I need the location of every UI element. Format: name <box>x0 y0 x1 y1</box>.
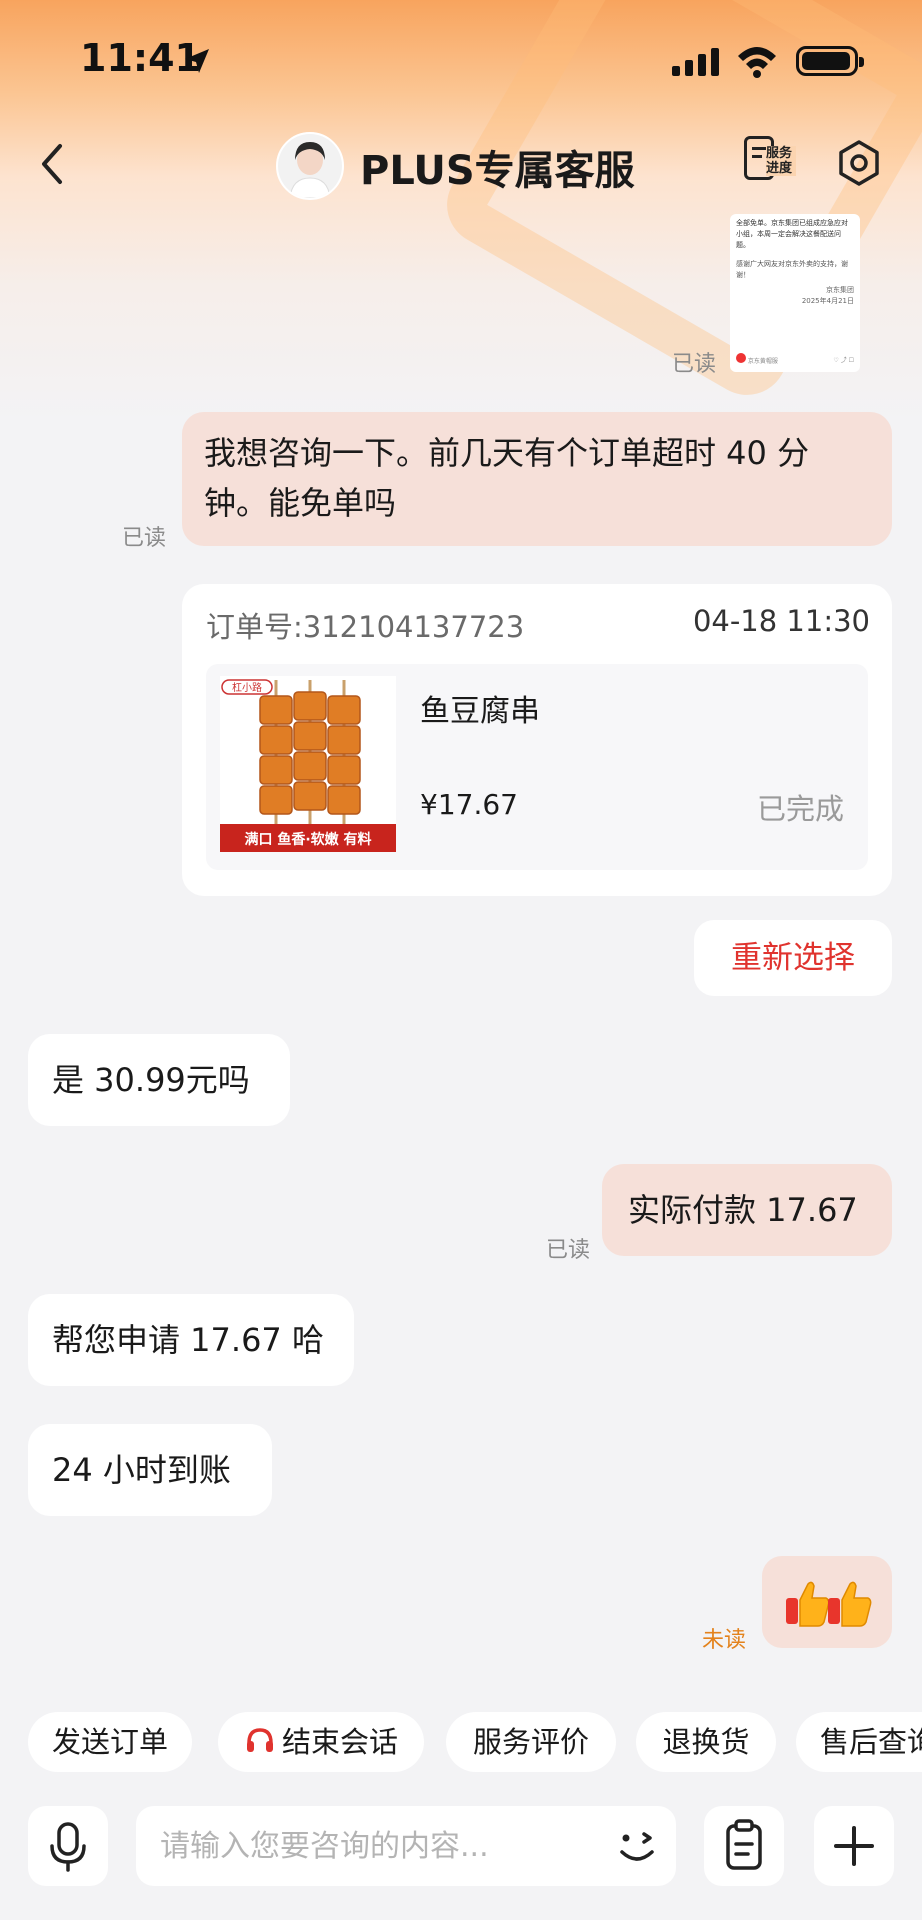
jd-logo-icon <box>736 353 746 363</box>
message-bubble-sent: 我想咨询一下。前几天有个订单超时 40 分钟。能免单吗 <box>182 412 892 546</box>
order-status: 已完成 <box>756 792 844 826</box>
headset-icon <box>246 1728 273 1752</box>
product-banner-text: 满口 鱼香·软嫩 有料 <box>244 831 371 848</box>
page-title: PLUS专属客服 <box>360 148 635 194</box>
reselect-button[interactable]: 重新选择 <box>694 920 892 996</box>
plus-icon <box>834 1826 874 1866</box>
thumbnail-account: 京东黄帽服 <box>747 358 778 365</box>
message-bubble-sent: 实际付款 17.67 <box>602 1164 892 1256</box>
message-bubble-received: 是 30.99元吗 <box>28 1034 290 1126</box>
microphone-icon <box>50 1822 86 1872</box>
thumbnail-text: 全部免单。京东集团已组成应急应对小组，本周一定会解决这餐配送问题。 <box>736 219 848 249</box>
clipboard-icon <box>726 1819 762 1870</box>
send-order-chip[interactable]: 发送订单 <box>28 1712 192 1772</box>
read-status: 已读 <box>672 352 717 377</box>
thumbs-up-icon <box>786 1581 872 1627</box>
back-chevron-icon[interactable] <box>34 140 74 188</box>
post-actions-icon: ♡ ⤴ ☐ <box>833 356 854 364</box>
message-bubble-sent-emoji <box>762 1556 892 1648</box>
return-exchange-chip[interactable]: 退换货 <box>636 1712 776 1772</box>
order-product-panel: 杠小路 满口 鱼香·软嫩 有料 鱼豆腐串 ¥17.67 已完成 <box>206 664 868 870</box>
agent-portrait-icon <box>278 134 342 198</box>
thumbnail-date: 2025年4月21日 <box>801 297 854 305</box>
chat-header: PLUS专属客服 服务进度 <box>0 120 922 210</box>
cellular-signal-icon <box>672 48 719 76</box>
service-progress-button[interactable]: 服务进度 <box>740 134 796 190</box>
location-arrow-icon <box>185 49 209 73</box>
end-session-chip[interactable]: 结束会话 <box>218 1712 424 1772</box>
message-bubble-received: 24 小时到账 <box>28 1424 272 1516</box>
status-bar: 11:41 <box>0 0 922 120</box>
wifi-icon <box>738 47 776 78</box>
quick-action-bar: 发送订单 结束会话 服务评价 退换货 售后查询 <box>0 1712 922 1774</box>
thumbnail-footer: 京东黄帽服 ♡ ⤴ ☐ <box>736 352 854 366</box>
battery-icon <box>796 46 864 76</box>
end-session-label: 结束会话 <box>281 1725 398 1759</box>
message-input[interactable] <box>136 1806 676 1886</box>
more-actions-button[interactable] <box>814 1806 894 1886</box>
input-bar <box>0 1796 922 1892</box>
read-status: 已读 <box>546 1238 591 1263</box>
fish-tofu-skewer-image: 杠小路 满口 鱼香·软嫩 有料 <box>220 676 396 852</box>
unread-status: 未读 <box>702 1628 747 1653</box>
order-number: 订单号:312104137723 <box>206 610 525 644</box>
agent-avatar <box>276 132 344 200</box>
thumbnail-signature: 京东集团 <box>826 286 854 294</box>
service-progress-label: 服务进度 <box>766 146 796 176</box>
order-date: 04-18 11:30 <box>692 604 870 638</box>
settings-hexagon-icon[interactable] <box>834 138 884 188</box>
product-brand-text: 杠小路 <box>232 681 262 694</box>
product-image: 杠小路 满口 鱼香·软嫩 有料 <box>220 676 396 852</box>
product-name: 鱼豆腐串 <box>420 694 540 729</box>
thumbnail-thanks: 感谢广大网友对京东外卖的支持，谢谢！ <box>736 260 848 279</box>
service-rating-chip[interactable]: 服务评价 <box>446 1712 616 1772</box>
after-sales-chip[interactable]: 售后查询 <box>796 1712 922 1772</box>
product-price: ¥17.67 <box>420 788 518 821</box>
clipboard-button[interactable] <box>704 1806 784 1886</box>
forwarded-post-thumbnail[interactable]: 全部免单。京东集团已组成应急应对小组，本周一定会解决这餐配送问题。 感谢广大网友… <box>730 214 860 372</box>
read-status: 已读 <box>122 526 167 551</box>
voice-input-button[interactable] <box>28 1806 108 1886</box>
order-card[interactable]: 订单号:312104137723 04-18 11:30 杠小路 满口 鱼香·软… <box>182 584 892 896</box>
message-bubble-received: 帮您申请 17.67 哈 <box>28 1294 354 1386</box>
emoji-wink-icon[interactable] <box>610 1820 664 1874</box>
